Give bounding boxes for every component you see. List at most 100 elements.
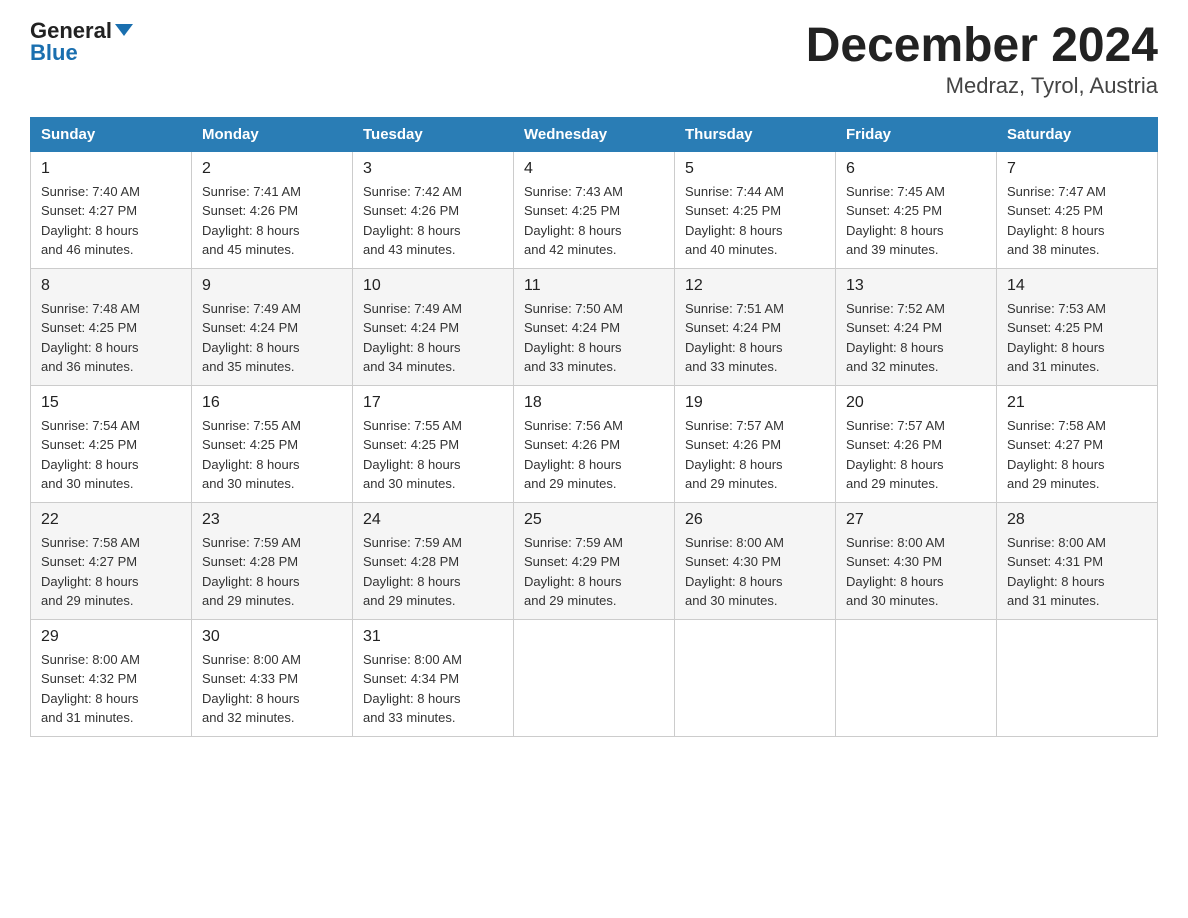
day-info: Sunrise: 7:56 AMSunset: 4:26 PMDaylight:… (524, 418, 623, 492)
calendar-cell: 15 Sunrise: 7:54 AMSunset: 4:25 PMDaylig… (31, 385, 192, 502)
calendar-cell: 20 Sunrise: 7:57 AMSunset: 4:26 PMDaylig… (836, 385, 997, 502)
day-number: 10 (363, 277, 503, 295)
logo: General Blue (30, 20, 133, 64)
calendar-cell: 25 Sunrise: 7:59 AMSunset: 4:29 PMDaylig… (514, 502, 675, 619)
day-number: 3 (363, 160, 503, 178)
day-number: 24 (363, 511, 503, 529)
calendar-cell: 16 Sunrise: 7:55 AMSunset: 4:25 PMDaylig… (192, 385, 353, 502)
day-number: 17 (363, 394, 503, 412)
day-number: 30 (202, 628, 342, 646)
calendar-cell: 2 Sunrise: 7:41 AMSunset: 4:26 PMDayligh… (192, 151, 353, 268)
day-number: 27 (846, 511, 986, 529)
calendar-cell: 24 Sunrise: 7:59 AMSunset: 4:28 PMDaylig… (353, 502, 514, 619)
day-info: Sunrise: 7:40 AMSunset: 4:27 PMDaylight:… (41, 184, 140, 258)
page-title: December 2024 (806, 20, 1158, 73)
day-info: Sunrise: 7:53 AMSunset: 4:25 PMDaylight:… (1007, 301, 1106, 375)
calendar-cell: 7 Sunrise: 7:47 AMSunset: 4:25 PMDayligh… (997, 151, 1158, 268)
day-number: 29 (41, 628, 181, 646)
day-number: 21 (1007, 394, 1147, 412)
day-info: Sunrise: 7:51 AMSunset: 4:24 PMDaylight:… (685, 301, 784, 375)
day-info: Sunrise: 7:44 AMSunset: 4:25 PMDaylight:… (685, 184, 784, 258)
day-info: Sunrise: 8:00 AMSunset: 4:33 PMDaylight:… (202, 652, 301, 726)
day-info: Sunrise: 7:50 AMSunset: 4:24 PMDaylight:… (524, 301, 623, 375)
calendar-cell: 4 Sunrise: 7:43 AMSunset: 4:25 PMDayligh… (514, 151, 675, 268)
calendar-cell: 6 Sunrise: 7:45 AMSunset: 4:25 PMDayligh… (836, 151, 997, 268)
day-info: Sunrise: 7:47 AMSunset: 4:25 PMDaylight:… (1007, 184, 1106, 258)
day-number: 19 (685, 394, 825, 412)
calendar-cell: 10 Sunrise: 7:49 AMSunset: 4:24 PMDaylig… (353, 268, 514, 385)
calendar-week-row: 22 Sunrise: 7:58 AMSunset: 4:27 PMDaylig… (31, 502, 1158, 619)
logo-line2: Blue (30, 42, 78, 64)
weekday-header-row: SundayMondayTuesdayWednesdayThursdayFrid… (31, 117, 1158, 151)
day-info: Sunrise: 7:49 AMSunset: 4:24 PMDaylight:… (202, 301, 301, 375)
calendar-cell: 1 Sunrise: 7:40 AMSunset: 4:27 PMDayligh… (31, 151, 192, 268)
day-info: Sunrise: 7:59 AMSunset: 4:29 PMDaylight:… (524, 535, 623, 609)
page-subtitle: Medraz, Tyrol, Austria (806, 73, 1158, 99)
day-info: Sunrise: 7:41 AMSunset: 4:26 PMDaylight:… (202, 184, 301, 258)
day-info: Sunrise: 8:00 AMSunset: 4:32 PMDaylight:… (41, 652, 140, 726)
day-info: Sunrise: 8:00 AMSunset: 4:31 PMDaylight:… (1007, 535, 1106, 609)
calendar-cell: 9 Sunrise: 7:49 AMSunset: 4:24 PMDayligh… (192, 268, 353, 385)
calendar-cell: 13 Sunrise: 7:52 AMSunset: 4:24 PMDaylig… (836, 268, 997, 385)
day-number: 28 (1007, 511, 1147, 529)
calendar-cell: 28 Sunrise: 8:00 AMSunset: 4:31 PMDaylig… (997, 502, 1158, 619)
weekday-header-thursday: Thursday (675, 117, 836, 151)
day-info: Sunrise: 8:00 AMSunset: 4:30 PMDaylight:… (846, 535, 945, 609)
day-info: Sunrise: 7:54 AMSunset: 4:25 PMDaylight:… (41, 418, 140, 492)
day-info: Sunrise: 7:48 AMSunset: 4:25 PMDaylight:… (41, 301, 140, 375)
calendar-cell: 27 Sunrise: 8:00 AMSunset: 4:30 PMDaylig… (836, 502, 997, 619)
calendar-cell: 8 Sunrise: 7:48 AMSunset: 4:25 PMDayligh… (31, 268, 192, 385)
calendar-cell: 26 Sunrise: 8:00 AMSunset: 4:30 PMDaylig… (675, 502, 836, 619)
logo-line1: General (30, 20, 133, 42)
day-number: 18 (524, 394, 664, 412)
day-info: Sunrise: 7:49 AMSunset: 4:24 PMDaylight:… (363, 301, 462, 375)
day-info: Sunrise: 7:57 AMSunset: 4:26 PMDaylight:… (846, 418, 945, 492)
weekday-header-friday: Friday (836, 117, 997, 151)
title-block: December 2024 Medraz, Tyrol, Austria (806, 20, 1158, 99)
day-number: 7 (1007, 160, 1147, 178)
calendar-cell: 12 Sunrise: 7:51 AMSunset: 4:24 PMDaylig… (675, 268, 836, 385)
weekday-header-wednesday: Wednesday (514, 117, 675, 151)
calendar-cell: 22 Sunrise: 7:58 AMSunset: 4:27 PMDaylig… (31, 502, 192, 619)
day-number: 12 (685, 277, 825, 295)
calendar-week-row: 8 Sunrise: 7:48 AMSunset: 4:25 PMDayligh… (31, 268, 1158, 385)
day-info: Sunrise: 7:52 AMSunset: 4:24 PMDaylight:… (846, 301, 945, 375)
calendar-cell (836, 619, 997, 736)
day-info: Sunrise: 7:55 AMSunset: 4:25 PMDaylight:… (202, 418, 301, 492)
calendar-cell: 5 Sunrise: 7:44 AMSunset: 4:25 PMDayligh… (675, 151, 836, 268)
weekday-header-sunday: Sunday (31, 117, 192, 151)
day-number: 4 (524, 160, 664, 178)
day-number: 23 (202, 511, 342, 529)
day-info: Sunrise: 7:59 AMSunset: 4:28 PMDaylight:… (202, 535, 301, 609)
calendar-cell: 30 Sunrise: 8:00 AMSunset: 4:33 PMDaylig… (192, 619, 353, 736)
day-number: 26 (685, 511, 825, 529)
calendar-cell: 19 Sunrise: 7:57 AMSunset: 4:26 PMDaylig… (675, 385, 836, 502)
calendar-cell: 17 Sunrise: 7:55 AMSunset: 4:25 PMDaylig… (353, 385, 514, 502)
day-info: Sunrise: 7:43 AMSunset: 4:25 PMDaylight:… (524, 184, 623, 258)
day-number: 15 (41, 394, 181, 412)
calendar-cell (997, 619, 1158, 736)
calendar-cell: 3 Sunrise: 7:42 AMSunset: 4:26 PMDayligh… (353, 151, 514, 268)
calendar-week-row: 29 Sunrise: 8:00 AMSunset: 4:32 PMDaylig… (31, 619, 1158, 736)
day-info: Sunrise: 7:57 AMSunset: 4:26 PMDaylight:… (685, 418, 784, 492)
day-number: 8 (41, 277, 181, 295)
day-info: Sunrise: 7:42 AMSunset: 4:26 PMDaylight:… (363, 184, 462, 258)
calendar-cell: 31 Sunrise: 8:00 AMSunset: 4:34 PMDaylig… (353, 619, 514, 736)
calendar-week-row: 15 Sunrise: 7:54 AMSunset: 4:25 PMDaylig… (31, 385, 1158, 502)
weekday-header-saturday: Saturday (997, 117, 1158, 151)
calendar-cell: 11 Sunrise: 7:50 AMSunset: 4:24 PMDaylig… (514, 268, 675, 385)
day-number: 11 (524, 277, 664, 295)
day-number: 16 (202, 394, 342, 412)
day-number: 20 (846, 394, 986, 412)
calendar-cell: 29 Sunrise: 8:00 AMSunset: 4:32 PMDaylig… (31, 619, 192, 736)
calendar-cell (675, 619, 836, 736)
day-number: 5 (685, 160, 825, 178)
day-info: Sunrise: 8:00 AMSunset: 4:30 PMDaylight:… (685, 535, 784, 609)
day-info: Sunrise: 7:59 AMSunset: 4:28 PMDaylight:… (363, 535, 462, 609)
day-number: 13 (846, 277, 986, 295)
day-number: 31 (363, 628, 503, 646)
calendar-cell (514, 619, 675, 736)
day-number: 14 (1007, 277, 1147, 295)
day-info: Sunrise: 7:58 AMSunset: 4:27 PMDaylight:… (41, 535, 140, 609)
day-info: Sunrise: 8:00 AMSunset: 4:34 PMDaylight:… (363, 652, 462, 726)
